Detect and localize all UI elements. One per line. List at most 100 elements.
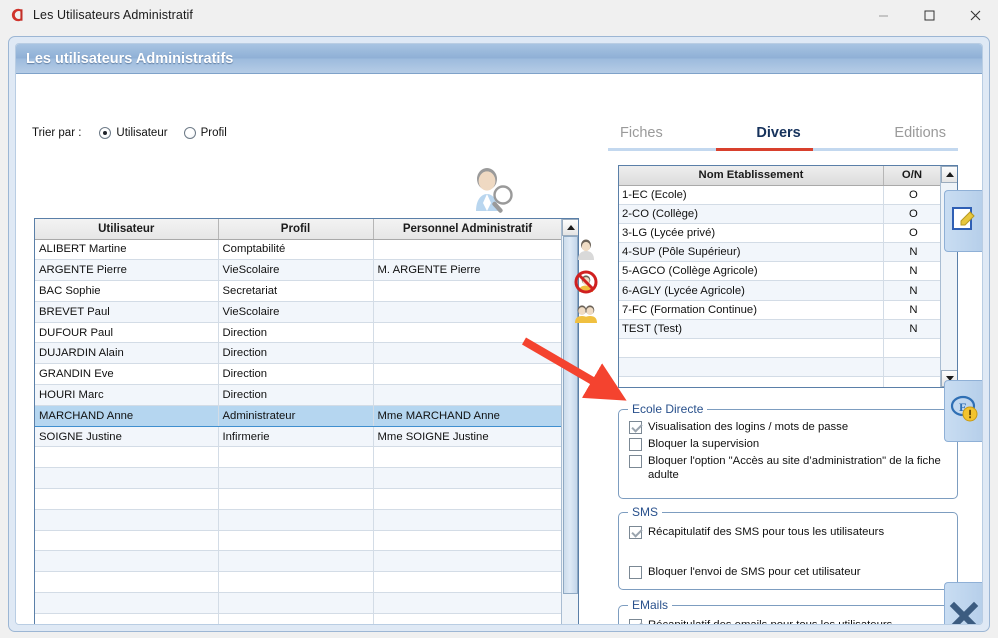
column-header-on[interactable]: O/N xyxy=(883,166,942,186)
ecole-directe-options: Visualisation des logins / mots de passe… xyxy=(619,410,957,482)
user-icon[interactable] xyxy=(574,238,598,262)
table-row[interactable]: ARGENTE Pierre VieScolaire M. ARGENTE Pier… xyxy=(35,259,563,282)
checkbox-icon xyxy=(629,421,642,434)
table-row[interactable] xyxy=(35,530,563,552)
table-row[interactable]: ALIBERT Martine Comptabilité xyxy=(35,239,563,261)
cell-profil xyxy=(218,488,374,510)
table-row[interactable] xyxy=(35,592,563,614)
list-item[interactable] xyxy=(619,376,942,387)
cell-nom-etablissement: 7-FC (Formation Continue) xyxy=(619,300,884,320)
checkbox-bloquer-supervision[interactable]: Bloquer la supervision xyxy=(629,437,947,451)
ecole-directe-title: Ecole Directe xyxy=(628,402,708,416)
table-row[interactable]: SOIGNE Justine Infirmerie Mme SOIGNE Justi… xyxy=(35,426,563,448)
column-header-utilisateur[interactable]: Utilisateur xyxy=(35,219,219,240)
right-pane: Fiches Divers Editions Nom Etablissement… xyxy=(596,75,982,625)
scroll-up-button[interactable] xyxy=(562,219,578,236)
checkbox-bloquer-envoi-sms[interactable]: Bloquer l'envoi de SMS pour cet utilisat… xyxy=(629,565,947,579)
tab-fiches[interactable]: Fiches xyxy=(620,125,663,148)
cell-personnel xyxy=(373,550,563,573)
list-item[interactable]: 3-LG (Lycée privé) O xyxy=(619,223,942,244)
users-grid: Utilisateur Profil Personnel Administrat… xyxy=(35,219,563,624)
users-header-row: Utilisateur Profil Personnel Administrat… xyxy=(35,219,563,240)
list-item[interactable]: 5-AGCO (Collège Agricole) N xyxy=(619,261,942,282)
maximize-button[interactable] xyxy=(906,0,952,30)
close-button[interactable] xyxy=(952,0,998,30)
table-row[interactable]: DUJARDIN Alain Direction xyxy=(35,342,563,365)
close-panel-button[interactable] xyxy=(944,582,982,624)
table-row[interactable]: MARCHAND Anne Administrateur Mme MARCHAND … xyxy=(35,404,563,427)
cell-personnel: Mme SOIGNE Justine xyxy=(373,426,563,448)
checkbox-bloquer-acces-administration[interactable]: Bloquer l'option "Accès au site d’admini… xyxy=(629,454,947,482)
cell-on: N xyxy=(883,261,942,282)
checkbox-visualisation-logins[interactable]: Visualisation des logins / mots de passe xyxy=(629,420,947,434)
cell-nom-etablissement: 3-LG (Lycée privé) xyxy=(619,223,884,244)
cell-profil: VieScolaire xyxy=(218,259,374,282)
establishments-header-row: Nom Etablissement O/N xyxy=(619,166,942,186)
table-row[interactable] xyxy=(35,467,563,490)
table-row[interactable] xyxy=(35,509,563,531)
table-row[interactable] xyxy=(35,550,563,573)
table-row[interactable]: HOURI Marc Direction xyxy=(35,384,563,406)
cell-utilisateur xyxy=(35,446,219,469)
list-item[interactable]: 6-AGLY (Lycée Agricole) N xyxy=(619,280,942,301)
list-item[interactable] xyxy=(619,357,942,378)
ecoledirecte-warning-icon: E xyxy=(949,394,979,429)
cell-on: N xyxy=(883,242,942,263)
window-controls xyxy=(860,0,998,30)
sort-radio-profil[interactable]: Profil xyxy=(183,127,227,139)
list-item[interactable]: 4-SUP (Pôle Supérieur) N xyxy=(619,242,942,263)
edit-button[interactable] xyxy=(944,190,982,252)
table-row[interactable] xyxy=(35,488,563,510)
window-title: Les Utilisateurs Administratif xyxy=(33,8,194,22)
scroll-up-button[interactable] xyxy=(941,166,957,183)
user-blocked-icon[interactable] xyxy=(574,270,598,294)
list-item[interactable]: 1-EC (Ecole) O xyxy=(619,185,942,205)
list-item[interactable]: 2-CO (Collège) O xyxy=(619,204,942,224)
checkbox-recap-emails[interactable]: Récapitulatif des emails pour tous les u… xyxy=(629,618,947,625)
cell-profil: VieScolaire xyxy=(218,301,374,323)
table-row[interactable]: GRANDIN Eve Direction xyxy=(35,363,563,386)
establishments-table[interactable]: Nom Etablissement O/N 1-EC (Ecole) O 2-CO … xyxy=(618,165,958,388)
tab-editions[interactable]: Editions xyxy=(894,125,946,148)
table-row[interactable]: BREVET Paul VieScolaire xyxy=(35,301,563,323)
cell-personnel xyxy=(373,467,563,490)
column-header-nom-etablissement[interactable]: Nom Etablissement xyxy=(619,166,884,186)
table-row[interactable] xyxy=(35,613,563,624)
checkbox-icon xyxy=(629,619,642,624)
table-row[interactable]: BAC Sophie Secretariat xyxy=(35,280,563,302)
cell-utilisateur: MARCHAND Anne xyxy=(35,404,219,427)
user-group-icon[interactable] xyxy=(574,302,598,326)
cell-on xyxy=(883,376,942,387)
cell-personnel xyxy=(373,280,563,302)
cell-utilisateur xyxy=(35,550,219,573)
checkbox-recap-sms[interactable]: Récapitulatif des SMS pour tous les util… xyxy=(629,525,947,539)
cell-nom-etablissement: 4-SUP (Pôle Supérieur) xyxy=(619,242,884,263)
sort-radio-utilisateur[interactable]: Utilisateur xyxy=(99,127,168,139)
cell-utilisateur: HOURI Marc xyxy=(35,384,219,406)
cell-personnel xyxy=(373,322,563,344)
list-item[interactable] xyxy=(619,338,942,359)
checkbox-label: Récapitulatif des emails pour tous les u… xyxy=(648,619,893,625)
cell-utilisateur: ALIBERT Martine xyxy=(35,239,219,261)
users-table[interactable]: Utilisateur Profil Personnel Administrat… xyxy=(34,218,579,624)
table-row[interactable] xyxy=(35,571,563,594)
tabs: Fiches Divers Editions xyxy=(608,125,958,151)
list-item[interactable]: 7-FC (Formation Continue) N xyxy=(619,300,942,320)
user-search-icon[interactable] xyxy=(464,163,520,215)
column-header-personnel[interactable]: Personnel Administratif xyxy=(373,219,563,240)
tab-divers[interactable]: Divers xyxy=(756,125,800,148)
sms-title: SMS xyxy=(628,505,663,519)
ecoledirecte-button[interactable]: E xyxy=(944,380,982,442)
table-row[interactable] xyxy=(35,446,563,469)
list-item[interactable]: TEST (Test) N xyxy=(619,319,942,340)
checkbox-label: Bloquer l'envoi de SMS pour cet utilisat… xyxy=(648,566,861,578)
cell-personnel xyxy=(373,239,563,261)
checkbox-icon xyxy=(629,566,642,579)
column-header-profil[interactable]: Profil xyxy=(218,219,374,240)
inner-panel: Les utilisateurs Administratifs Trier pa… xyxy=(15,43,983,625)
arrow-up-icon xyxy=(566,225,575,230)
cell-profil xyxy=(218,467,374,490)
minimize-button[interactable] xyxy=(860,0,906,30)
table-row[interactable]: DUFOUR Paul Direction xyxy=(35,322,563,344)
users-body: ALIBERT Martine Comptabilité ARGENTE Pierr… xyxy=(35,239,563,624)
